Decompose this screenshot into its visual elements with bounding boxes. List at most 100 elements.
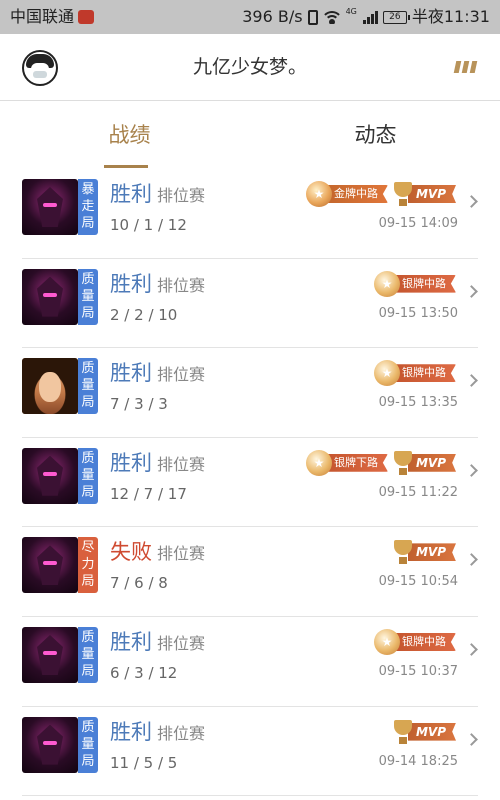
match-tag-char: 质 [81,271,95,287]
match-mode: 排位赛 [157,544,206,564]
kda: 7 / 3 / 3 [110,395,168,414]
match-tag-char: 尽 [81,540,95,556]
match-quality-tag: 质量局 [78,268,98,325]
medal-label: 银牌中路 [392,632,456,651]
medal-label: 银牌中路 [392,364,456,383]
mvp-badge: MVP [392,450,456,475]
star-medal-icon: ★ [305,181,332,207]
silver-medal-badge: ★ 银牌中路 [374,628,456,655]
achievement-badges: ★ 金牌中路 MVP [305,177,456,211]
match-row[interactable]: 质量局 胜利 排位赛 12 / 7 / 17 ★ 银牌下路 MVP 09-15 … [0,438,500,528]
match-result: 失败 [110,540,152,565]
chevron-right-icon[interactable] [465,553,478,567]
medal-label: 金牌中路 [323,185,388,203]
hero-portrait [22,537,78,594]
match-datetime: 09-15 11:22 [378,484,458,500]
match-result: 胜利 [110,450,152,475]
match-row[interactable]: 尽力局 失败 排位赛 7 / 6 / 8 MVP 09-15 10:54 [0,527,500,617]
match-tag-char: 质 [81,719,95,735]
match-datetime: 09-15 10:37 [378,663,458,679]
active-tab-indicator [104,165,148,168]
match-row[interactable]: 暴走局 胜利 排位赛 10 / 1 / 12 ★ 金牌中路 MVP 09-15 … [0,169,500,259]
star-medal-icon: ★ [305,449,332,476]
mvp-label: MVP [407,543,456,562]
match-tag-char: 质 [81,629,95,645]
match-mode: 排位赛 [157,723,206,743]
match-tag-char: 局 [81,484,95,500]
match-quality-tag: 质量局 [78,626,98,683]
match-row[interactable]: 质量局 胜利 排位赛 6 / 3 / 12 ★ 银牌中路 09-15 10:37 [0,617,500,707]
mvp-label: MVP [407,722,456,741]
mvp-label: MVP [407,185,456,203]
match-tag-char: 局 [81,216,95,231]
app-header: 九亿少女梦。 [0,34,500,101]
signal-icon [362,10,378,24]
match-mode: 排位赛 [157,365,206,385]
match-row[interactable]: 质量局 胜利 排位赛 11 / 5 / 5 MVP 09-14 18:25 [0,707,500,797]
match-tag-char: 局 [81,663,95,679]
clock: 半夜11:31 [411,7,490,26]
match-tag-char: 质 [81,361,95,377]
tab-bar: 战绩 动态 [0,101,500,169]
trophy-icon [392,719,414,744]
match-datetime: 09-15 13:35 [378,395,458,411]
chevron-right-icon[interactable] [465,732,478,746]
match-row[interactable]: 质量局 胜利 排位赛 7 / 3 / 3 ★ 银牌中路 09-15 13:35 [0,348,500,438]
mvp-badge: MVP [392,540,456,565]
match-mode: 排位赛 [157,454,206,474]
match-tag-char: 走 [81,199,95,214]
match-tag-char: 局 [81,305,95,321]
match-datetime: 09-15 13:50 [378,305,458,321]
silver-medal-badge: ★ 银牌中路 [374,270,456,297]
medal-label: 银牌中路 [392,274,456,293]
match-tag-char: 局 [81,574,95,590]
chevron-right-icon[interactable] [465,195,478,208]
match-mode: 排位赛 [157,633,206,653]
tab-record[interactable]: 战绩 [62,101,197,169]
star-medal-icon: ★ [374,270,400,297]
battery-icon: 26 [382,10,410,24]
star-medal-icon: ★ [374,360,400,387]
hero-portrait [22,716,78,773]
chevron-right-icon[interactable] [465,374,478,388]
star-medal-icon: ★ [374,628,400,655]
kda: 7 / 6 / 8 [110,574,168,593]
trophy-icon [392,540,414,565]
medal-label: 银牌下路 [323,453,388,472]
match-result: 胜利 [110,271,152,296]
silver-medal-badge: ★ 银牌中路 [374,360,456,387]
chevron-right-icon[interactable] [465,284,478,298]
chevron-right-icon[interactable] [465,643,478,656]
match-row[interactable]: 质量局 胜利 排位赛 2 / 2 / 10 ★ 银牌中路 09-15 13:50 [0,259,500,349]
match-tag-char: 力 [81,557,95,573]
match-quality-tag: 质量局 [78,447,98,504]
kda: 10 / 1 / 12 [110,216,187,234]
mvp-badge: MVP [392,719,456,744]
match-tag-char: 局 [81,395,95,411]
achievement-badges: ★ 银牌中路 [374,267,456,301]
match-quality-tag: 暴走局 [78,179,98,235]
carrier-name: 中国联通 [10,7,75,26]
match-result: 胜利 [110,629,152,654]
achievement-badges: MVP [392,715,456,749]
status-bar: 中国联通 396 B/s 4G 26 半夜11:31 [0,0,500,34]
tab-dynamic[interactable]: 动态 [308,101,443,169]
net-speed: 396 B/s [242,7,303,26]
hero-portrait [22,358,78,415]
trophy-icon [392,182,414,206]
hero-portrait [22,626,78,683]
match-tag-char: 质 [81,450,95,466]
hero-portrait [22,179,78,235]
mvp-label: MVP [407,453,456,472]
page-title: 九亿少女梦。 [192,56,307,78]
achievement-badges: ★ 银牌下路 MVP [305,446,456,480]
match-result: 胜利 [110,182,152,206]
match-result: 胜利 [110,361,152,386]
kda: 2 / 2 / 10 [110,305,178,324]
match-mode: 排位赛 [157,275,206,295]
menu-icon[interactable] [453,61,478,73]
match-list: 暴走局 胜利 排位赛 10 / 1 / 12 ★ 金牌中路 MVP 09-15 … [0,169,500,796]
match-mode: 排位赛 [157,186,206,205]
chevron-right-icon[interactable] [465,463,478,477]
match-quality-tag: 尽力局 [78,537,98,594]
